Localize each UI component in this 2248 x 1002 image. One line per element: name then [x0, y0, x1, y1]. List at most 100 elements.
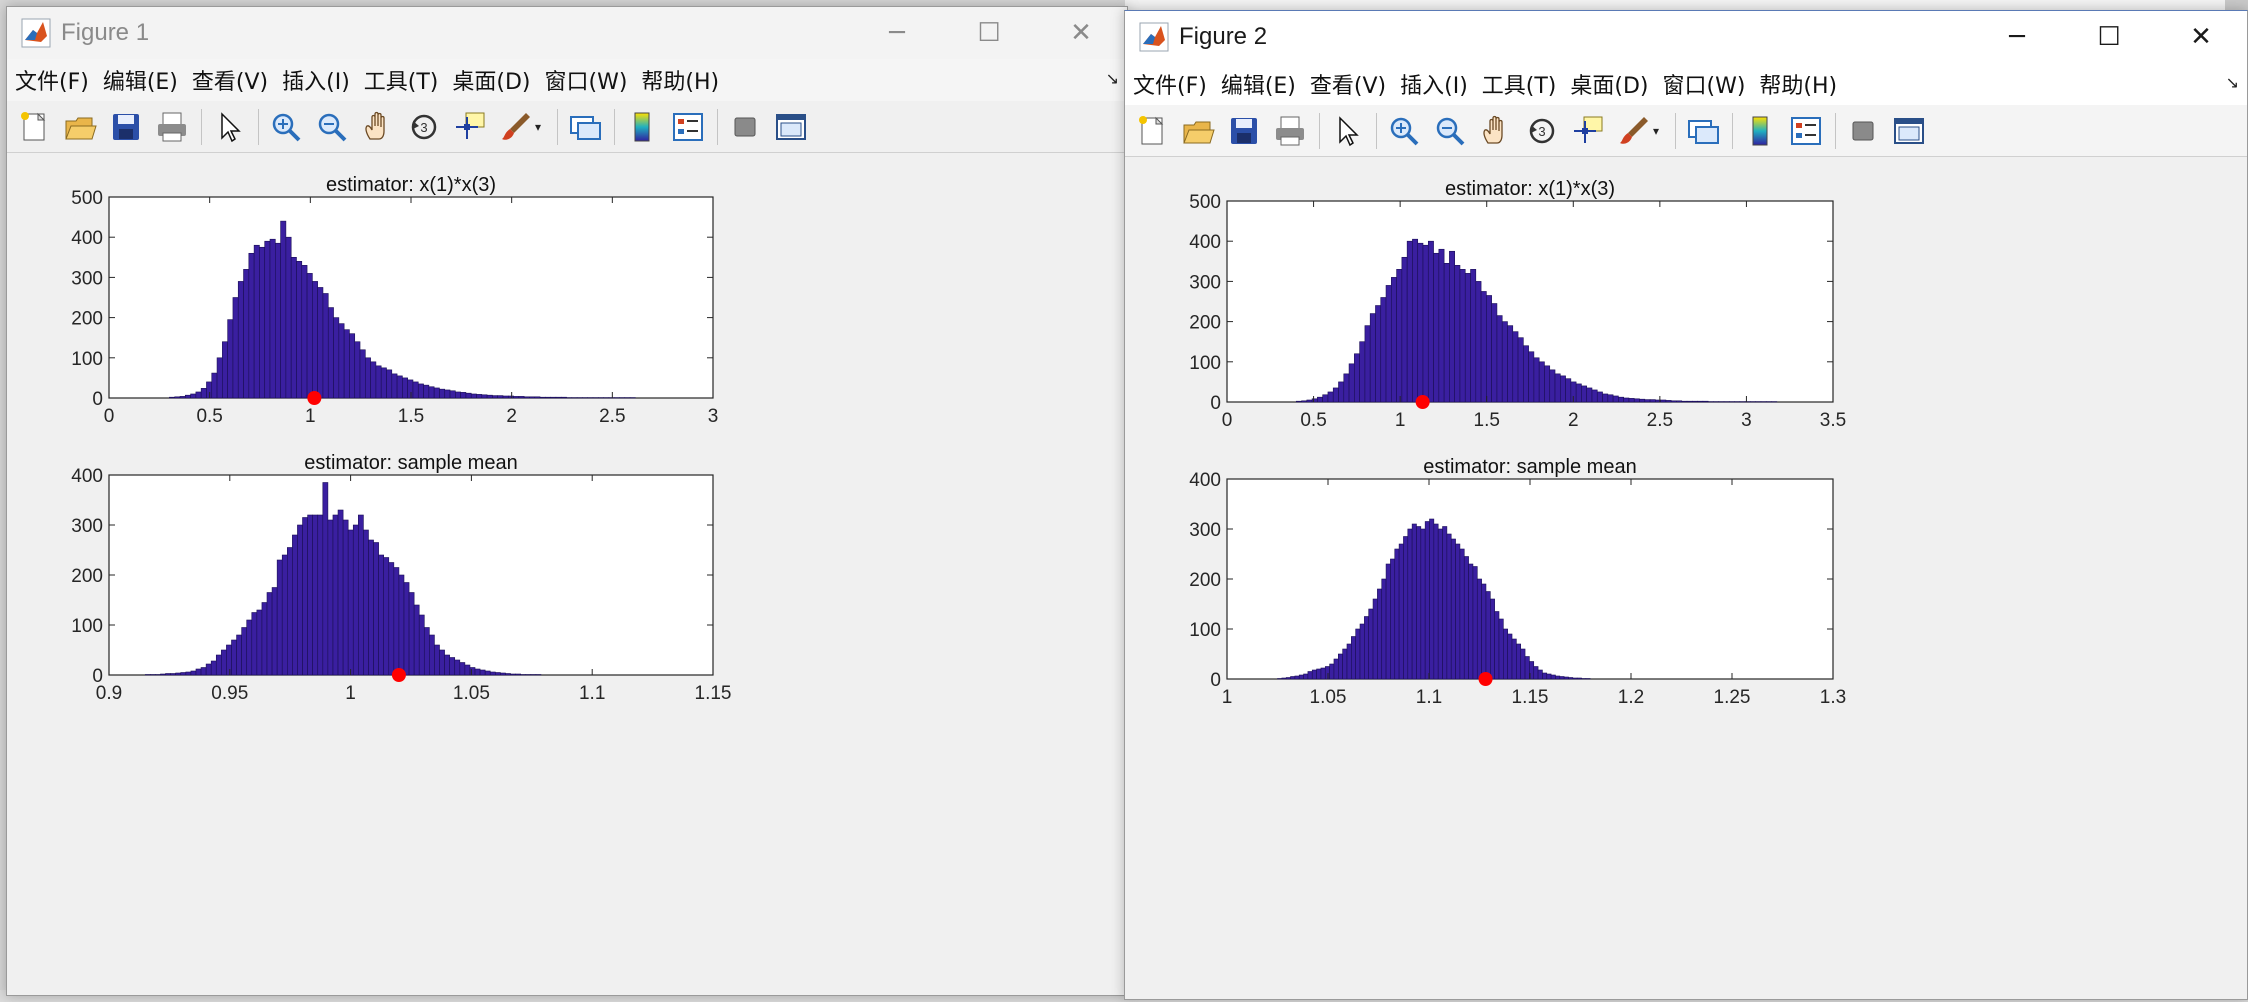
dock-arrow-icon[interactable]: ↘ — [1106, 69, 1119, 88]
minimize-button[interactable]: ─ — [1971, 11, 2063, 63]
colorbar-button[interactable] — [623, 108, 661, 146]
new-figure-button[interactable] — [15, 108, 53, 146]
menu-edit[interactable]: 编辑(E) — [103, 64, 178, 96]
zoom-in-button[interactable] — [267, 108, 305, 146]
colorbar-button[interactable] — [1741, 112, 1779, 150]
zoom-out-button[interactable] — [1431, 112, 1469, 150]
histogram-bar — [317, 287, 324, 399]
figure-window-2[interactable]: Figure 2 ─ ☐ ✕ 文件(F) 编辑(E) 查看(V) 插入(I) 工… — [1124, 10, 2248, 1000]
menu-edit[interactable]: 编辑(E) — [1221, 68, 1296, 100]
histogram-bar — [500, 672, 506, 676]
axes-1[interactable]: 0 0.5 1 1.5 2 2.5 3 3.5 0 100 200 300 400 500 estimato… — [1189, 178, 1846, 431]
close-button[interactable]: ✕ — [1035, 7, 1127, 59]
histogram-bar — [1332, 387, 1339, 403]
menu-insert[interactable]: 插入(I) — [282, 64, 350, 96]
histogram-bar — [1563, 676, 1569, 680]
hide-plot-tools-button[interactable] — [1844, 112, 1882, 150]
menu-insert[interactable]: 插入(I) — [1400, 68, 1468, 100]
select-arrow-button[interactable] — [210, 108, 248, 146]
save-button[interactable] — [1225, 112, 1263, 150]
data-cursor-button[interactable] — [1569, 112, 1607, 150]
menu-help[interactable]: 帮助(H) — [1759, 68, 1837, 100]
histogram-bar — [1459, 269, 1466, 403]
title-bar[interactable]: Figure 1 ─ ☐ ✕ — [7, 7, 1127, 59]
rotate-3d-button[interactable]: 3 — [1523, 112, 1561, 150]
histogram-bar — [1575, 383, 1582, 403]
histogram-bar — [1501, 321, 1508, 403]
histogram-bar — [1516, 643, 1522, 680]
menu-file[interactable]: 文件(F) — [15, 64, 89, 96]
figure-canvas[interactable]: 0 0.5 1 1.5 2 2.5 3 0 100 200 300 400 500 estimator: … — [7, 153, 1127, 995]
maximize-button[interactable]: ☐ — [943, 7, 1035, 59]
histogram-bar — [343, 329, 350, 399]
data-cursor-button[interactable] — [451, 108, 489, 146]
brush-icon — [1620, 116, 1648, 144]
histogram-bar — [174, 396, 181, 399]
hide-plot-tools-button[interactable] — [726, 108, 764, 146]
open-file-button[interactable] — [61, 108, 99, 146]
pan-hand-button[interactable] — [359, 108, 397, 146]
maximize-button[interactable]: ☐ — [2063, 11, 2155, 63]
histogram-bar — [1301, 400, 1308, 403]
print-button[interactable] — [153, 108, 191, 146]
menu-view[interactable]: 查看(V) — [1310, 68, 1386, 100]
axes-2[interactable]: 1 1.05 1.1 1.15 1.2 1.25 1.3 0 100 200 300 400 estim… — [1189, 456, 1846, 708]
new-figure-button[interactable] — [1133, 112, 1171, 150]
brush-dropdown-icon[interactable]: ▾ — [535, 120, 547, 134]
legend-button[interactable] — [669, 108, 707, 146]
zoom-out-button[interactable] — [313, 108, 351, 146]
menu-desktop[interactable]: 桌面(D) — [452, 64, 530, 96]
show-plot-tools-button[interactable] — [1890, 112, 1928, 150]
figure-window-1[interactable]: Figure 1 ─ ☐ ✕ 文件(F) 编辑(E) 查看(V) 插入(I) 工… — [6, 6, 1128, 996]
histogram-bar — [505, 673, 511, 676]
link-plot-button[interactable] — [566, 108, 604, 146]
select-arrow-button[interactable] — [1328, 112, 1366, 150]
brush-button[interactable] — [1615, 112, 1653, 150]
histogram-bar — [492, 395, 498, 399]
histogram-bar — [429, 634, 435, 676]
x-tick-label: 0.95 — [211, 683, 248, 704]
brush-button[interactable] — [497, 108, 535, 146]
histogram-bar — [417, 383, 424, 399]
open-file-icon — [65, 117, 97, 139]
histogram-bar — [347, 529, 354, 676]
menu-tools[interactable]: 工具(T) — [1482, 68, 1557, 100]
rotate-3d-icon: 3 — [411, 114, 437, 139]
legend-icon — [1791, 116, 1821, 145]
link-plot-button[interactable] — [1684, 112, 1722, 150]
save-button[interactable] — [107, 108, 145, 146]
save-icon — [113, 113, 139, 140]
axes-2[interactable]: 0.9 0.95 1 1.05 1.1 1.150100200300400estimato… — [71, 452, 731, 704]
open-file-button[interactable] — [1179, 112, 1217, 150]
histogram-bar — [433, 387, 440, 399]
menu-desktop[interactable]: 桌面(D) — [1570, 68, 1648, 100]
menu-help[interactable]: 帮助(H) — [641, 64, 719, 96]
y-tick-label: 0 — [1210, 393, 1221, 414]
rotate-3d-button[interactable]: 3 — [405, 108, 443, 146]
close-button[interactable]: ✕ — [2155, 11, 2247, 63]
figure-canvas[interactable]: 0 0.5 1 1.5 2 2.5 3 3.5 0 100 200 300 400 500 estimato… — [1125, 157, 2247, 999]
histogram-bar — [248, 252, 255, 399]
zoom-in-icon — [1390, 117, 1419, 145]
menu-file[interactable]: 文件(F) — [1133, 68, 1207, 100]
zoom-in-button[interactable] — [1385, 112, 1423, 150]
colorbar-icon — [1752, 116, 1768, 145]
histogram-bar — [1351, 636, 1356, 680]
dock-arrow-icon[interactable]: ↘ — [2226, 73, 2239, 92]
legend-button[interactable] — [1787, 112, 1825, 150]
menu-window[interactable]: 窗口(W) — [1663, 68, 1746, 100]
menu-tools[interactable]: 工具(T) — [364, 64, 439, 96]
show-plot-tools-button[interactable] — [772, 108, 810, 146]
print-button[interactable] — [1271, 112, 1309, 150]
pan-hand-button[interactable] — [1477, 112, 1515, 150]
menu-view[interactable]: 查看(V) — [192, 64, 268, 96]
title-bar[interactable]: Figure 2 ─ ☐ ✕ — [1125, 11, 2247, 63]
axes-title: estimator: x(1)*x(3) — [326, 174, 496, 196]
brush-dropdown-icon[interactable]: ▾ — [1653, 124, 1665, 138]
histogram-bar — [1702, 400, 1709, 403]
histogram-bar — [1359, 341, 1366, 403]
axes-1[interactable]: 0 0.5 1 1.5 2 2.5 3 0 100 200 300 400 500 estimator: … — [71, 174, 718, 427]
histogram-bar — [550, 396, 557, 399]
menu-window[interactable]: 窗口(W) — [545, 64, 628, 96]
minimize-button[interactable]: ─ — [851, 7, 943, 59]
